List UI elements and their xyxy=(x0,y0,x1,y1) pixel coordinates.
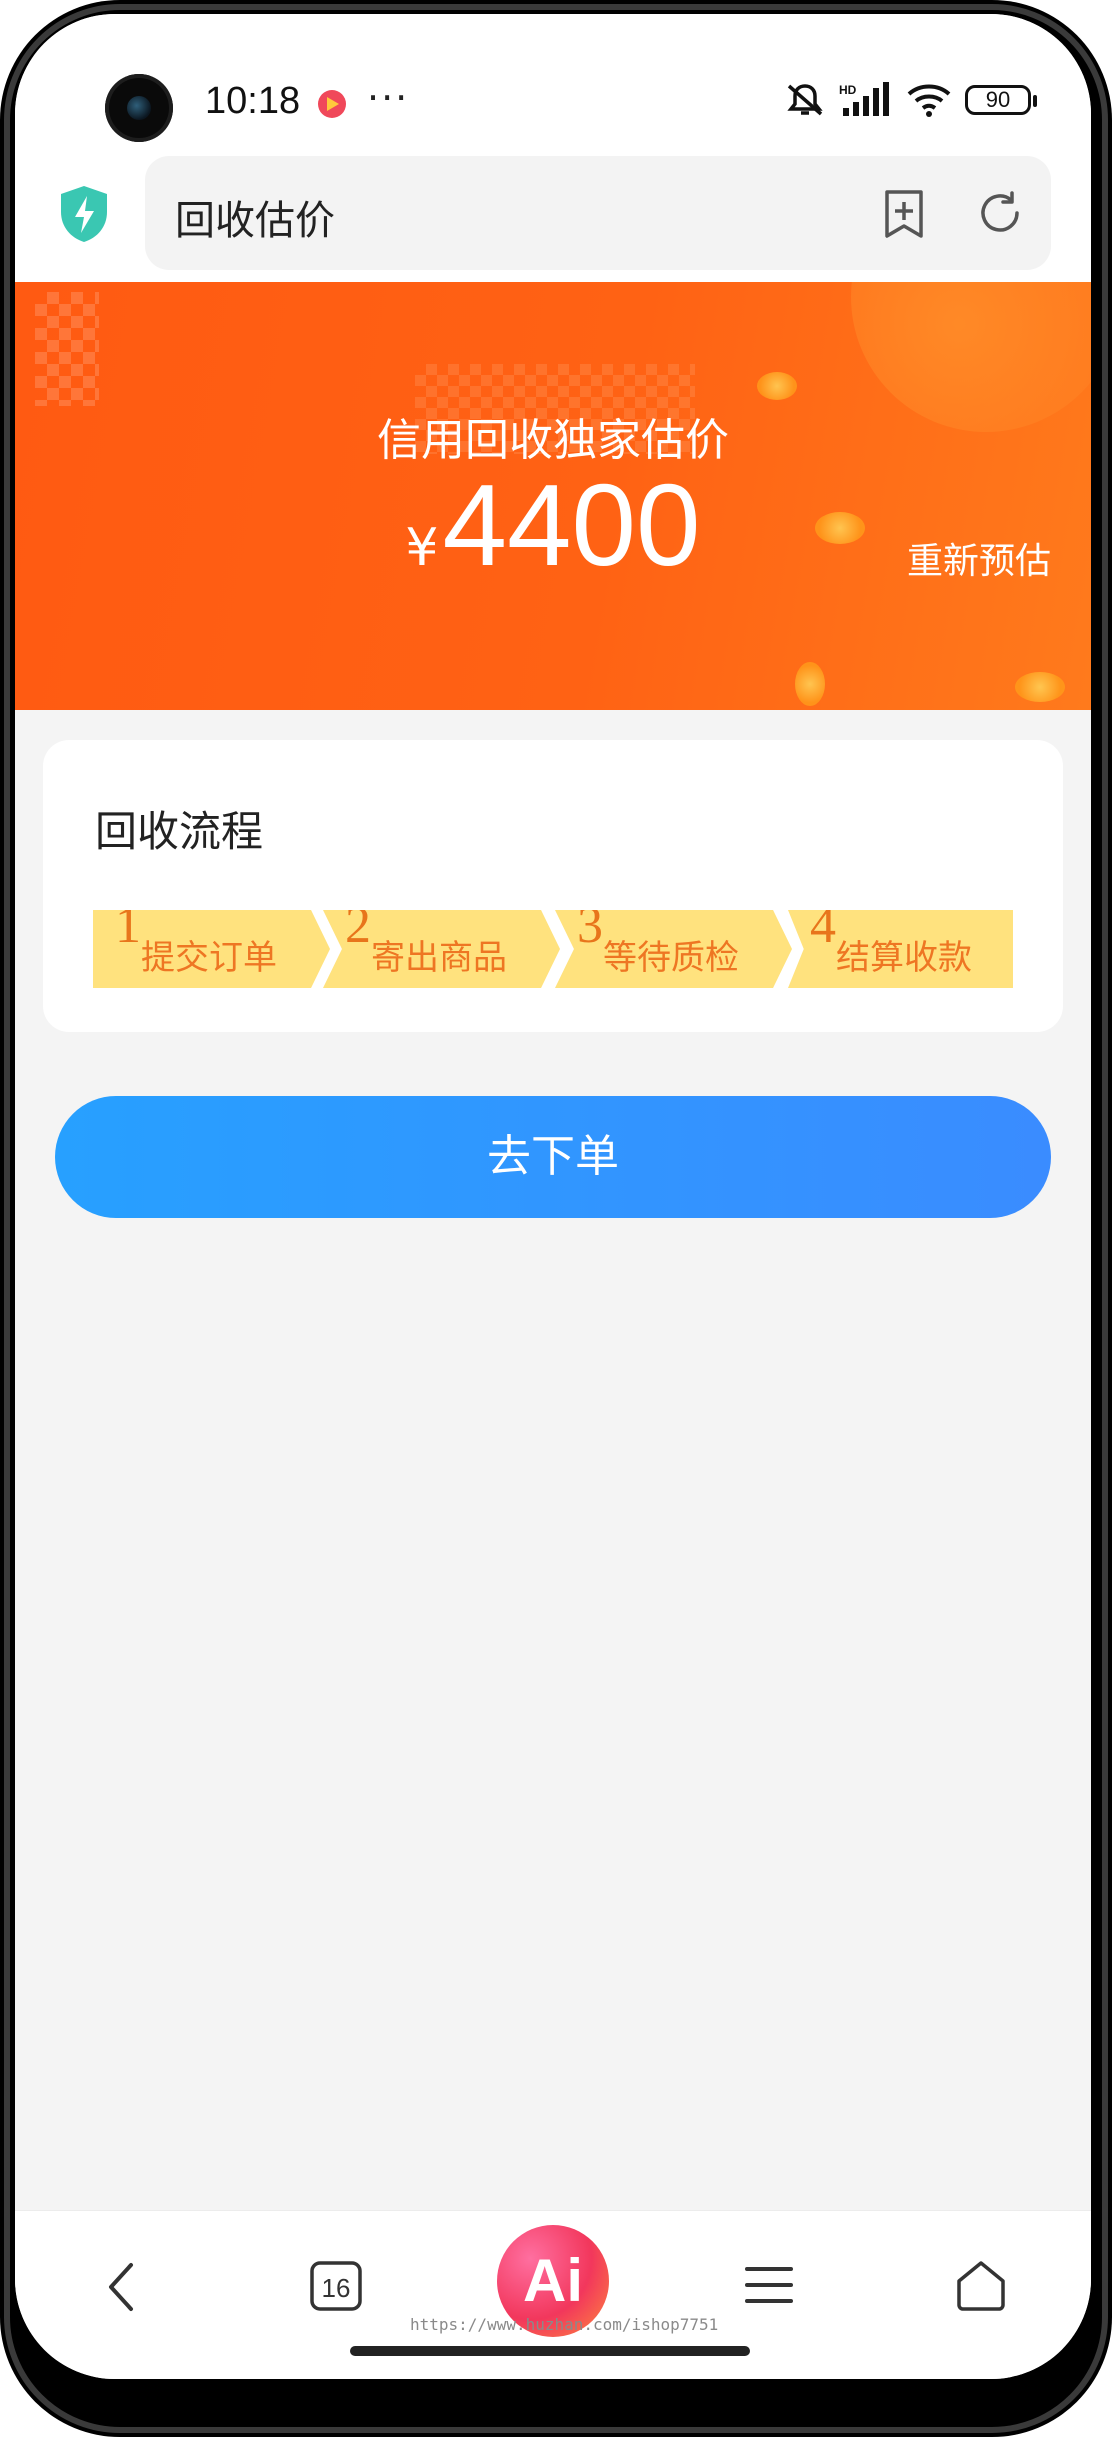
step-label: 结算收款 xyxy=(836,938,972,978)
wifi-icon xyxy=(907,83,951,117)
front-camera xyxy=(105,74,173,142)
more-notifications-indicator: ··· xyxy=(367,76,410,120)
browser-bottom-nav: 16 Ai https://www.huzhan.com/ishop7751 xyxy=(15,2210,1091,2379)
menu-icon[interactable] xyxy=(743,2257,795,2317)
video-app-notification-icon xyxy=(318,90,346,118)
shield-icon[interactable] xyxy=(57,184,111,248)
banner-title: 信用回收独家估价 xyxy=(377,415,729,466)
tabs-icon[interactable]: 16 xyxy=(309,2257,363,2317)
card-title: 回收流程 xyxy=(95,807,264,856)
decorative-coin xyxy=(757,372,797,400)
status-time: 10:18 xyxy=(205,80,301,122)
recycle-flow-card: 回收流程 1 提交订单 2 寄出商品 3 等待质检 4 结算收款 xyxy=(43,740,1063,1032)
browser-address-bar: 回收估价 xyxy=(15,144,1091,282)
estimate-banner: 信用回收独家估价 ¥4400 重新预估 xyxy=(15,282,1091,710)
url-box[interactable]: 回收估价 xyxy=(145,156,1051,270)
flow-step: 3 等待质检 xyxy=(555,910,792,988)
tabs-count: 16 xyxy=(322,2273,351,2303)
flow-steps: 1 提交订单 2 寄出商品 3 等待质检 4 结算收款 xyxy=(93,910,1013,988)
add-bookmark-icon[interactable] xyxy=(881,188,927,244)
step-label: 提交订单 xyxy=(141,938,277,978)
status-bar: 10:18 ··· HD 90 xyxy=(15,14,1091,144)
svg-text:HD: HD xyxy=(839,83,857,97)
decorative-coin xyxy=(795,662,825,706)
step-number: 4 xyxy=(810,897,836,954)
decorative-diamonds xyxy=(35,292,99,406)
step-label: 寄出商品 xyxy=(371,938,507,978)
step-number: 3 xyxy=(577,897,603,954)
refresh-icon[interactable] xyxy=(975,188,1025,242)
back-icon[interactable] xyxy=(101,2257,141,2321)
step-number: 1 xyxy=(115,897,141,954)
place-order-button[interactable]: 去下单 xyxy=(55,1096,1051,1218)
step-label: 等待质检 xyxy=(603,938,739,978)
re-estimate-link[interactable]: 重新预估 xyxy=(907,532,1051,584)
status-icons: HD 90 xyxy=(785,80,1037,120)
page-title: 回收估价 xyxy=(175,198,335,244)
watermark-text: https://www.huzhan.com/ishop7751 xyxy=(410,2315,719,2334)
hd-signal-icon: HD xyxy=(839,82,893,118)
phone-frame: 10:18 ··· HD 90 回收估价 信用回收独家估价 ¥4400 重新预估… xyxy=(0,0,1112,2437)
decorative-coin xyxy=(1015,672,1065,702)
mute-icon xyxy=(785,82,825,118)
screen: 10:18 ··· HD 90 回收估价 信用回收独家估价 ¥4400 重新预估… xyxy=(15,14,1091,2379)
flow-step: 4 结算收款 xyxy=(788,910,1013,988)
flow-step: 1 提交订单 xyxy=(93,910,330,988)
flow-step: 2 寄出商品 xyxy=(323,910,560,988)
battery-icon: 90 xyxy=(965,85,1037,115)
currency-symbol: ¥ xyxy=(405,518,439,578)
price-amount: 4400 xyxy=(442,460,701,590)
home-icon[interactable] xyxy=(953,2257,1009,2317)
step-number: 2 xyxy=(345,897,371,954)
home-indicator[interactable] xyxy=(350,2346,750,2356)
